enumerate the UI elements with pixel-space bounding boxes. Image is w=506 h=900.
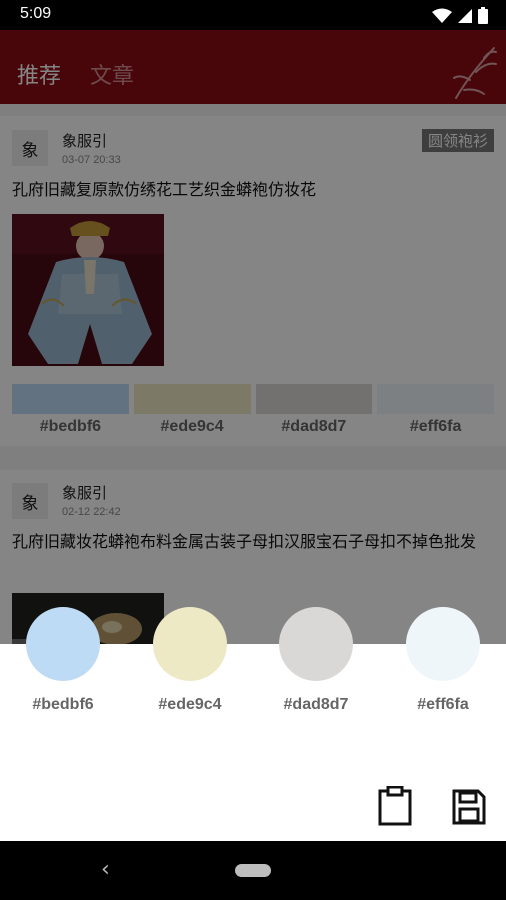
home-pill[interactable] <box>235 864 271 877</box>
signal-icon <box>458 8 472 23</box>
save-icon[interactable] <box>451 786 487 826</box>
color-circle-3[interactable] <box>279 607 353 681</box>
color-circle-4[interactable] <box>406 607 480 681</box>
status-icons <box>432 7 488 24</box>
back-icon[interactable]: ‹ <box>101 857 110 882</box>
clipboard-icon[interactable] <box>377 786 413 826</box>
status-bar: 5:09 <box>0 0 506 30</box>
color-hex-label-4[interactable]: #eff6fa <box>383 696 503 714</box>
color-hex-label-1[interactable]: #bedbf6 <box>3 696 123 714</box>
wifi-icon <box>432 8 452 23</box>
color-circle-2[interactable] <box>153 607 227 681</box>
color-circle-1[interactable] <box>26 607 100 681</box>
battery-icon <box>478 7 488 24</box>
palette-bottom-sheet: #bedbf6 #ede9c4 #dad8d7 #eff6fa <box>0 607 506 841</box>
system-nav-bar: ‹ <box>0 841 506 900</box>
color-hex-label-2[interactable]: #ede9c4 <box>130 696 250 714</box>
dim-overlay[interactable] <box>0 30 506 644</box>
color-hex-label-3[interactable]: #dad8d7 <box>256 696 376 714</box>
status-time: 5:09 <box>20 5 52 22</box>
